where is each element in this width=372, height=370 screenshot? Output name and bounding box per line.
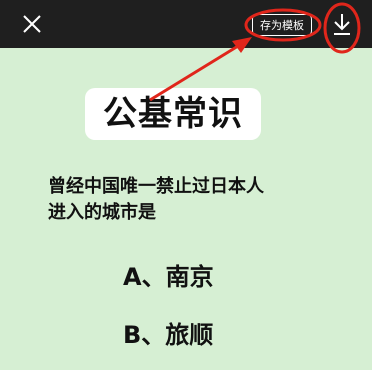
title-card: 公基常识 bbox=[85, 88, 261, 140]
question-line-2: 进入的城市是 bbox=[48, 202, 156, 223]
card-title: 公基常识 bbox=[103, 94, 243, 134]
save-as-template-button[interactable]: 存为模板 bbox=[252, 14, 312, 36]
option-b[interactable]: B、旅顺 bbox=[123, 315, 213, 350]
close-button[interactable] bbox=[18, 10, 46, 38]
download-icon bbox=[334, 14, 350, 35]
option-a[interactable]: A、南京 bbox=[123, 257, 214, 292]
top-toolbar: 存为模板 bbox=[0, 0, 372, 48]
close-icon bbox=[23, 15, 41, 33]
question-line-1: 曾经中国唯一禁止过日本人 bbox=[48, 176, 264, 197]
question-text: 曾经中国唯一禁止过日本人 进入的城市是 bbox=[48, 174, 328, 226]
download-button[interactable] bbox=[330, 11, 354, 37]
